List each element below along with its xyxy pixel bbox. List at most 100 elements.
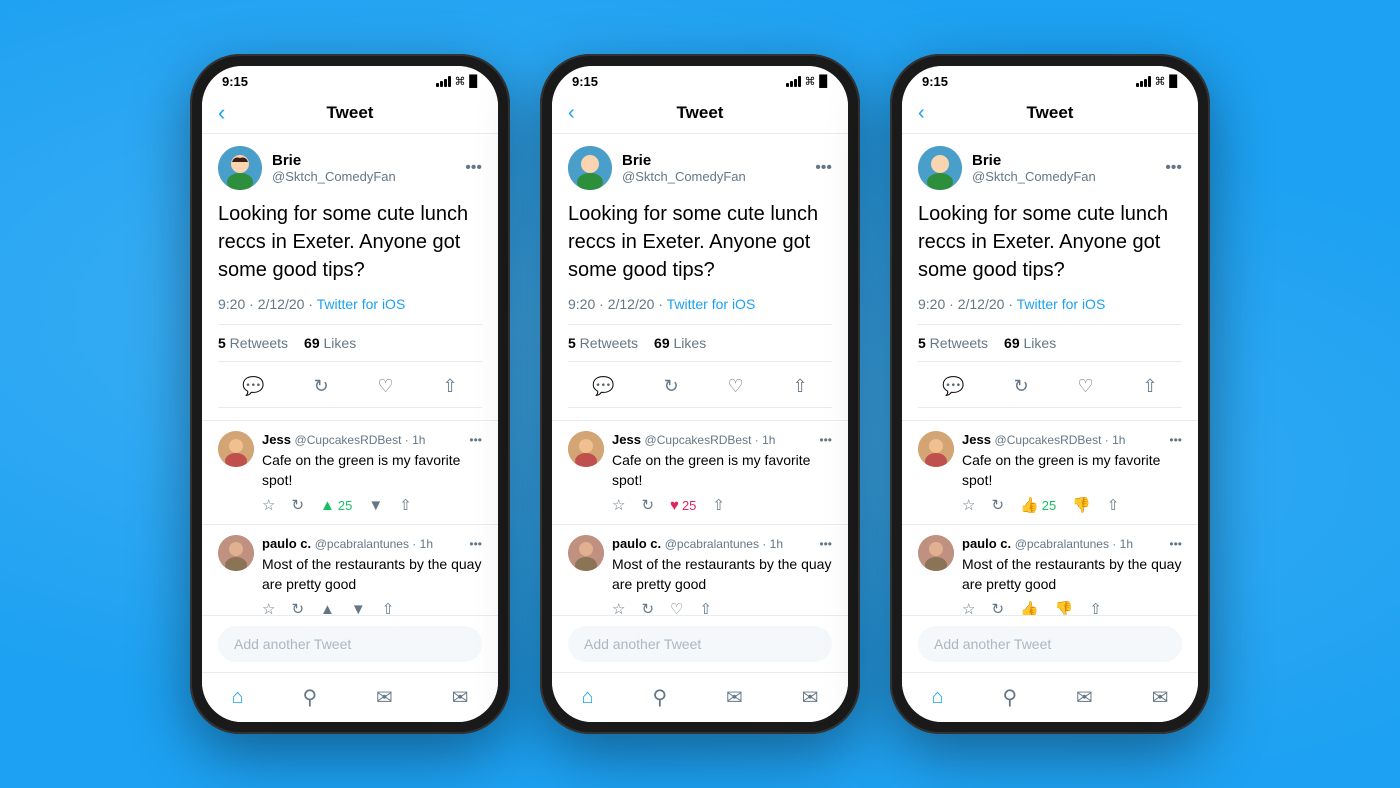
- more-button-3[interactable]: •••: [1165, 159, 1182, 177]
- status-bar-2: 9:15 ⌘ ▉: [552, 66, 848, 93]
- retweet-action-2[interactable]: ↻: [660, 372, 683, 401]
- mail-nav-2[interactable]: ✉: [790, 681, 831, 714]
- retweet-action-1[interactable]: ↻: [310, 372, 333, 401]
- downvote-btn-paulo-1[interactable]: ▼: [351, 601, 366, 615]
- upvote-btn-paulo-1[interactable]: ▲: [320, 601, 335, 615]
- heart-btn-paulo-2[interactable]: ♡: [670, 600, 683, 615]
- notif-nav-1[interactable]: ✉: [364, 681, 405, 714]
- home-nav-3[interactable]: ⌂: [919, 682, 955, 713]
- brie-avatar-3: [918, 146, 962, 190]
- phone-screen-1: 9:15 ⌘ ▉ ‹ Tweet: [202, 66, 498, 722]
- reply-more-paulo-2[interactable]: •••: [819, 537, 832, 551]
- back-button-2[interactable]: ‹: [568, 102, 575, 125]
- author-handle-2: @Sktch_ComedyFan: [622, 169, 805, 184]
- reply-btn-paulo-2[interactable]: ☆: [612, 600, 625, 615]
- reply-more-jess-3[interactable]: •••: [1169, 433, 1182, 447]
- vote-count-jess-2: 25: [682, 498, 696, 513]
- replies-list-3: Jess @CupcakesRDBest · 1h ••• Cafe on th…: [902, 421, 1198, 615]
- tweet-meta-3: 9:20 · 2/12/20 · Twitter for iOS: [918, 296, 1182, 312]
- reply-action-2[interactable]: 💬: [588, 372, 618, 401]
- downvote-btn-jess-1[interactable]: ▼: [368, 497, 383, 514]
- thumbsup-btn-paulo-3[interactable]: 👍: [1020, 600, 1039, 615]
- back-button-3[interactable]: ‹: [918, 102, 925, 125]
- retweet-btn-jess-1[interactable]: ↻: [291, 496, 304, 514]
- tweet-author-area-2: Brie @Sktch_ComedyFan •••: [568, 146, 832, 190]
- like-action-1[interactable]: ♡: [374, 372, 398, 401]
- reply-author-paulo-1: paulo c.: [262, 536, 315, 551]
- home-nav-2[interactable]: ⌂: [569, 682, 605, 713]
- thumbsdown-btn-paulo-3[interactable]: 👎: [1055, 600, 1074, 615]
- likes-count-2: 69 Likes: [654, 335, 706, 351]
- status-time-2: 9:15: [572, 74, 598, 89]
- share-btn-paulo-3[interactable]: ⇧: [1089, 600, 1102, 615]
- thumbsdown-btn-jess-3[interactable]: 👎: [1072, 496, 1091, 514]
- battery-icon-2: ▉: [820, 75, 828, 88]
- retweet-btn-jess-3[interactable]: ↻: [991, 496, 1004, 514]
- reply-action-3[interactable]: 💬: [938, 372, 968, 401]
- retweet-btn-paulo-1[interactable]: ↻: [291, 600, 304, 615]
- notif-nav-2[interactable]: ✉: [714, 681, 755, 714]
- retweet-btn-jess-2[interactable]: ↻: [641, 496, 654, 514]
- upvote-btn-jess-1[interactable]: ▲ 25: [320, 497, 352, 514]
- add-tweet-input-2[interactable]: Add another Tweet: [568, 626, 832, 662]
- reply-author-jess-3: Jess: [962, 432, 995, 447]
- tweet-text-1: Looking for some cute lunch reccs in Exe…: [218, 200, 482, 284]
- share-action-3[interactable]: ⇧: [1139, 372, 1162, 401]
- tweet-stats-1: 5 Retweets 69 Likes: [218, 324, 482, 362]
- status-bar-1: 9:15 ⌘ ▉: [202, 66, 498, 93]
- reply-btn-paulo-3[interactable]: ☆: [962, 600, 975, 615]
- reply-header-jess-1: Jess @CupcakesRDBest · 1h •••: [262, 431, 482, 449]
- more-button-1[interactable]: •••: [465, 159, 482, 177]
- likes-count-3: 69 Likes: [1004, 335, 1056, 351]
- search-nav-2[interactable]: ⚲: [640, 681, 679, 714]
- share-btn-paulo-2[interactable]: ⇧: [699, 600, 712, 615]
- add-tweet-input-1[interactable]: Add another Tweet: [218, 626, 482, 662]
- like-action-2[interactable]: ♡: [724, 372, 748, 401]
- reply-more-paulo-3[interactable]: •••: [1169, 537, 1182, 551]
- add-tweet-input-3[interactable]: Add another Tweet: [918, 626, 1182, 662]
- reply-more-paulo-1[interactable]: •••: [469, 537, 482, 551]
- reply-item-paulo-1: paulo c. @pcabralantunes · 1h ••• Most o…: [202, 525, 498, 615]
- reply-handle-paulo-3: @pcabralantunes · 1h: [1015, 537, 1133, 551]
- replies-list-1: Jess @CupcakesRDBest · 1h ••• Cafe on th…: [202, 421, 498, 615]
- reply-btn-jess-2[interactable]: ☆: [612, 496, 625, 514]
- heart-btn-jess-2[interactable]: ♥ 25: [670, 497, 696, 514]
- bottom-nav-2: ⌂ ⚲ ✉ ✉: [552, 672, 848, 722]
- share-btn-jess-1[interactable]: ⇧: [399, 496, 412, 514]
- like-action-3[interactable]: ♡: [1074, 372, 1098, 401]
- home-nav-1[interactable]: ⌂: [219, 682, 255, 713]
- twitter-for-ios-link-1[interactable]: Twitter for iOS: [317, 296, 406, 312]
- reply-actions-jess-1: ☆ ↻ ▲ 25 ▼ ⇧: [262, 496, 482, 514]
- bottom-nav-3: ⌂ ⚲ ✉ ✉: [902, 672, 1198, 722]
- signal-icon-2: [786, 76, 801, 87]
- reply-more-jess-1[interactable]: •••: [469, 433, 482, 447]
- thumbsup-btn-jess-3[interactable]: 👍 25: [1020, 496, 1056, 514]
- search-nav-3[interactable]: ⚲: [990, 681, 1029, 714]
- reply-btn-jess-1[interactable]: ☆: [262, 496, 275, 514]
- mail-nav-3[interactable]: ✉: [1140, 681, 1181, 714]
- mail-nav-1[interactable]: ✉: [440, 681, 481, 714]
- reply-btn-paulo-1[interactable]: ☆: [262, 600, 275, 615]
- reply-more-jess-2[interactable]: •••: [819, 433, 832, 447]
- retweet-action-3[interactable]: ↻: [1010, 372, 1033, 401]
- phone-3: 9:15 ⌘ ▉ ‹ Tweet: [890, 54, 1210, 734]
- notif-nav-3[interactable]: ✉: [1064, 681, 1105, 714]
- more-button-2[interactable]: •••: [815, 159, 832, 177]
- reply-header-jess-3: Jess @CupcakesRDBest · 1h •••: [962, 431, 1182, 449]
- share-btn-jess-2[interactable]: ⇧: [712, 496, 725, 514]
- retweet-btn-paulo-3[interactable]: ↻: [991, 600, 1004, 615]
- phone-frame-3: 9:15 ⌘ ▉ ‹ Tweet: [890, 54, 1210, 734]
- reply-action-1[interactable]: 💬: [238, 372, 268, 401]
- share-btn-jess-3[interactable]: ⇧: [1107, 496, 1120, 514]
- reply-btn-jess-3[interactable]: ☆: [962, 496, 975, 514]
- share-btn-paulo-1[interactable]: ⇧: [382, 600, 395, 615]
- share-action-2[interactable]: ⇧: [789, 372, 812, 401]
- retweet-btn-paulo-2[interactable]: ↻: [641, 600, 654, 615]
- back-button-1[interactable]: ‹: [218, 100, 225, 126]
- reply-header-paulo-3: paulo c. @pcabralantunes · 1h •••: [962, 535, 1182, 553]
- reply-content-jess-1: Jess @CupcakesRDBest · 1h ••• Cafe on th…: [262, 431, 482, 514]
- share-action-1[interactable]: ⇧: [439, 372, 462, 401]
- search-nav-1[interactable]: ⚲: [290, 681, 329, 714]
- twitter-for-ios-link-2[interactable]: Twitter for iOS: [667, 296, 756, 312]
- twitter-for-ios-link-3[interactable]: Twitter for iOS: [1017, 296, 1106, 312]
